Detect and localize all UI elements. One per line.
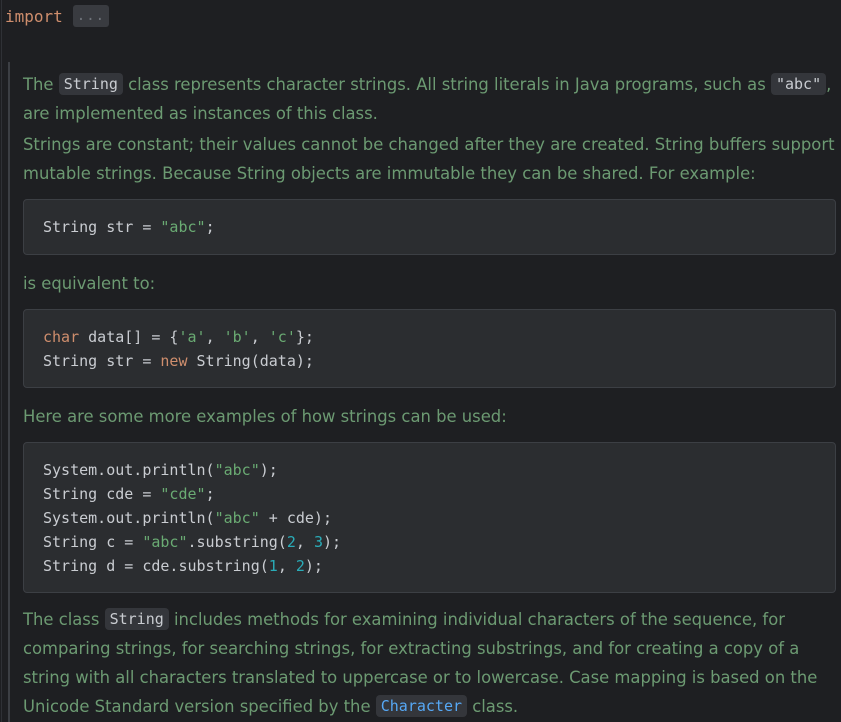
code-line: String str = "abc";: [43, 218, 215, 236]
doc-paragraph-4: Here are some more examples of how strin…: [23, 407, 507, 426]
inline-code-string: String: [58, 73, 123, 95]
text: class.: [467, 697, 519, 716]
inline-code-abc: "abc": [770, 73, 827, 95]
inline-code-string: String: [104, 608, 169, 630]
text: The: [23, 75, 59, 94]
doc-comment-bar: [8, 62, 10, 722]
doc-paragraph-1: The String class represents character st…: [23, 70, 835, 128]
code-line: String c = "abc".substring(2, 3);: [43, 533, 342, 551]
code-block-1: String str = "abc";: [23, 199, 836, 255]
import-statement: import ...: [5, 4, 110, 28]
code-line: System.out.println("abc" + cde);: [43, 509, 332, 527]
text: class represents character strings. All …: [122, 75, 771, 94]
character-class-link[interactable]: Character: [375, 695, 468, 717]
code-block-3: System.out.println("abc"); String cde = …: [23, 442, 836, 593]
text: The class: [23, 610, 105, 629]
doc-paragraph-5: The class String includes methods for ex…: [23, 605, 835, 721]
code-block-2: char data[] = {'a', 'b', 'c'}; String st…: [23, 309, 836, 388]
import-keyword: import: [5, 6, 63, 26]
code-line: char data[] = {'a', 'b', 'c'};: [43, 328, 314, 346]
code-line: String d = cde.substring(1, 2);: [43, 557, 323, 575]
code-line: String str = new String(data);: [43, 352, 314, 370]
doc-paragraph-3: is equivalent to:: [23, 274, 156, 293]
doc-paragraph-2: Strings are constant; their values canno…: [23, 135, 835, 183]
code-line: String cde = "cde";: [43, 485, 215, 503]
rendered-javadoc: The String class represents character st…: [0, 62, 841, 722]
folded-imports-button[interactable]: ...: [72, 5, 110, 27]
code-line: System.out.println("abc");: [43, 461, 278, 479]
